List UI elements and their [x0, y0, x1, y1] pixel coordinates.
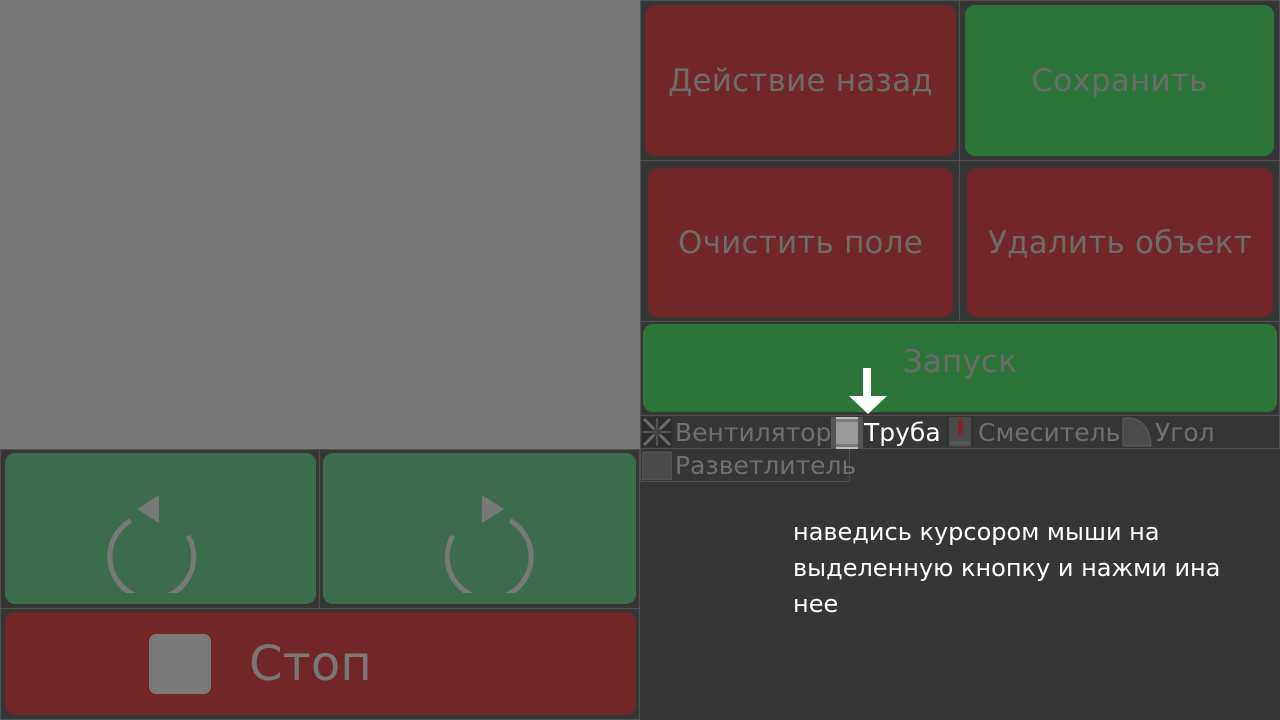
stop-button[interactable]: Стоп [5, 612, 636, 715]
palette-item-mixer-label: Смеситель [978, 417, 1121, 447]
undo-action-button[interactable]: Действие назад [645, 5, 956, 156]
delete-object-button[interactable]: Удалить объект [967, 168, 1273, 317]
rotate-ccw-icon [106, 494, 196, 593]
app-root: Действие назад Сохранить Очистить поле У… [0, 0, 1280, 720]
run-button[interactable]: Запуск [643, 324, 1277, 412]
palette-item-mixer[interactable]: Смеситель [945, 416, 1120, 448]
rotate-left-button[interactable] [5, 453, 316, 604]
delete-object-label: Удалить объект [987, 224, 1253, 261]
palette-row-2: Разветлитель [640, 449, 856, 482]
mixer-icon [945, 417, 975, 447]
workspace-canvas[interactable] [0, 0, 640, 449]
pipe-icon [831, 417, 863, 449]
stop-square-icon [148, 633, 211, 694]
save-label: Сохранить [1031, 62, 1208, 99]
run-label: Запуск [902, 344, 1018, 380]
palette-item-fan[interactable]: Вентилятор [642, 416, 831, 448]
stop-label: Стоп [248, 635, 373, 692]
save-button[interactable]: Сохранить [965, 5, 1274, 156]
hint-text: наведись курсором мыши на выделенную кно… [793, 518, 1221, 618]
clear-field-label: Очистить поле [677, 224, 923, 261]
undo-action-label: Действие назад [668, 62, 933, 99]
palette-item-splitter-label: Разветлитель [675, 450, 857, 480]
palette-item-corner[interactable]: Угол [1122, 416, 1215, 448]
tutorial-arrow-icon [849, 368, 887, 414]
element-palette: Вентилятор Труба Смеситель Угол [640, 415, 1280, 449]
rotate-right-button[interactable] [323, 453, 636, 604]
splitter-icon [641, 450, 673, 481]
palette-item-corner-label: Угол [1155, 417, 1215, 447]
palette-item-splitter[interactable]: Разветлитель [641, 449, 857, 481]
palette-item-pipe[interactable]: Труба [831, 416, 941, 449]
fan-icon [642, 417, 672, 447]
rotate-cw-icon [444, 494, 534, 593]
palette-item-pipe-label: Труба [864, 417, 941, 447]
corner-icon [1122, 417, 1152, 447]
palette-item-fan-label: Вентилятор [675, 417, 832, 447]
clear-field-button[interactable]: Очистить поле [648, 168, 953, 317]
